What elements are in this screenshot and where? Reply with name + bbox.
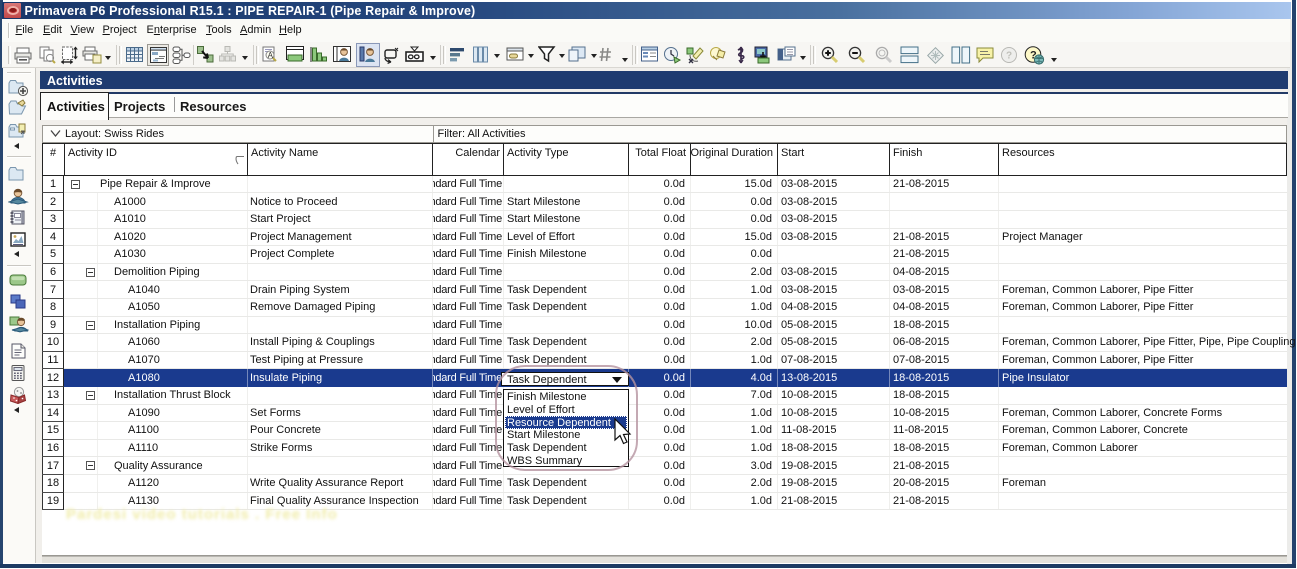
svg-text:?: ? [1006,51,1012,62]
